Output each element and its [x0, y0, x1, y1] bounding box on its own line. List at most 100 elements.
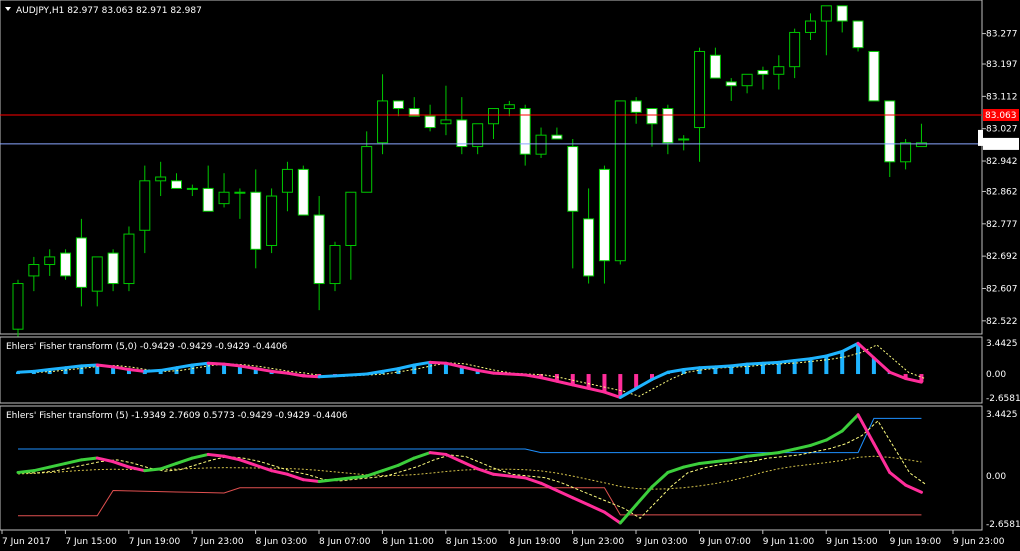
candle — [567, 146, 579, 212]
candle — [456, 119, 468, 148]
fisher-line-segment — [333, 373, 353, 378]
candle — [60, 252, 72, 277]
candle — [678, 138, 690, 141]
fisher-line-segment — [777, 359, 797, 364]
candle — [75, 237, 87, 288]
fisher-line-segment — [428, 360, 448, 365]
time-tick-label: 8 Jun 03:00 — [256, 537, 308, 547]
candle — [440, 119, 452, 125]
fisher-line-segment — [745, 361, 765, 366]
candle — [725, 81, 737, 87]
fisher2-line-segment — [349, 474, 369, 480]
ask-price-label: 83.063 — [985, 111, 1017, 121]
candle — [171, 180, 182, 189]
candle — [836, 5, 848, 22]
fisher-line-segment — [48, 366, 68, 372]
candle — [139, 180, 151, 231]
candle — [91, 256, 103, 292]
price-tick-label: 83.197 — [986, 60, 1018, 70]
candle — [234, 191, 246, 194]
candle — [313, 214, 325, 285]
panel2-tick-label: -2.6581 — [986, 520, 1020, 530]
fisher-line-segment — [127, 368, 147, 373]
fisher-line-segment — [492, 371, 511, 376]
time-tick-label: 9 Jun 19:00 — [890, 537, 942, 547]
candle — [424, 115, 436, 129]
candle — [472, 123, 484, 148]
fisher2-line-segment — [507, 474, 527, 480]
price-tick-label: 82.522 — [986, 317, 1018, 327]
candle — [694, 50, 706, 129]
candle — [614, 100, 626, 262]
fisher2-line-segment — [333, 476, 353, 482]
fisher-line-segment — [143, 368, 163, 373]
panel1-tick-label: -2.6581 — [986, 394, 1020, 404]
price-tick-label: 83.277 — [986, 30, 1018, 40]
price-tick-label: 83.112 — [986, 92, 1018, 102]
scroll-marker[interactable] — [978, 129, 983, 146]
fisher-line-segment — [682, 366, 702, 372]
fisher-bar — [808, 358, 813, 375]
candle — [709, 54, 721, 79]
fisher2-line-segment — [713, 458, 733, 464]
candle — [583, 218, 595, 277]
fisher-line-segment — [729, 362, 749, 368]
time-tick-label: 7 Jun 23:00 — [192, 537, 244, 547]
fisher-line-segment — [698, 365, 717, 370]
candle — [123, 233, 135, 285]
candle — [28, 264, 40, 277]
fisher-line-segment — [64, 364, 83, 370]
candle — [107, 252, 119, 285]
panel1-title: Ehlers' Fisher transform (5,0) -0.9429 -… — [6, 342, 288, 352]
candle — [329, 244, 341, 285]
candle — [852, 20, 864, 49]
fisher-line-segment — [16, 369, 36, 374]
candle — [884, 100, 896, 163]
candle — [361, 146, 373, 193]
candle — [44, 256, 56, 266]
time-tick-label: 7 Jun 2017 — [2, 537, 50, 547]
fisher-line-segment — [95, 363, 115, 369]
panel1-axis: 3.4425 0.00 -2.6581 — [986, 339, 1020, 404]
fisher-line-segment — [761, 360, 781, 365]
panel1-tick-label: 3.4425 — [986, 339, 1018, 349]
panel2-tick-label: 3.4425 — [986, 410, 1018, 420]
time-tick-label: 7 Jun 19:00 — [129, 537, 181, 547]
candle — [266, 195, 278, 246]
time-tick-label: 9 Jun 15:00 — [826, 537, 878, 547]
candle — [915, 142, 927, 148]
fisher2-line-segment — [492, 472, 511, 478]
candle — [741, 73, 753, 87]
candle — [598, 168, 610, 262]
price-tick-label: 82.862 — [986, 187, 1018, 197]
candle — [250, 191, 262, 250]
fisher2-line-segment — [745, 452, 765, 458]
candle — [868, 50, 880, 102]
time-axis: 7 Jun 2017 7 Jun 15:00 7 Jun 19:00 7 Jun 23… — [1, 530, 1005, 547]
candle — [186, 187, 198, 190]
time-tick-label: 9 Jun 07:00 — [699, 537, 751, 547]
chart-title: AUDJPY,H1 82.977 83.063 82.971 82.987 — [16, 6, 202, 16]
time-tick-label: 9 Jun 03:00 — [636, 537, 688, 547]
candle — [503, 104, 515, 110]
candle — [551, 134, 563, 140]
fisher-line-segment — [32, 368, 52, 373]
candle — [757, 69, 769, 75]
time-tick-label: 8 Jun 19:00 — [509, 537, 561, 547]
candle — [12, 283, 24, 330]
fisher-line-segment — [190, 361, 210, 367]
time-tick-label: 9 Jun 11:00 — [763, 537, 815, 547]
fisher2-line-segment — [428, 451, 448, 456]
fisher2-line-segment — [698, 460, 717, 465]
candle — [805, 20, 816, 33]
time-tick-label: 8 Jun 07:00 — [319, 537, 371, 547]
price-tick-label: 82.942 — [986, 157, 1018, 167]
fisher-line-segment — [79, 363, 99, 368]
bid-price-label: 82.987 — [985, 140, 1017, 150]
price-tick-label: 82.777 — [986, 220, 1018, 230]
price-tick-label: 82.607 — [986, 284, 1018, 294]
fisher-bar — [586, 374, 591, 389]
panel1-tick-label: 0.00 — [986, 370, 1006, 380]
fisher-bar — [792, 360, 797, 375]
fisher2-line-segment — [16, 469, 36, 474]
